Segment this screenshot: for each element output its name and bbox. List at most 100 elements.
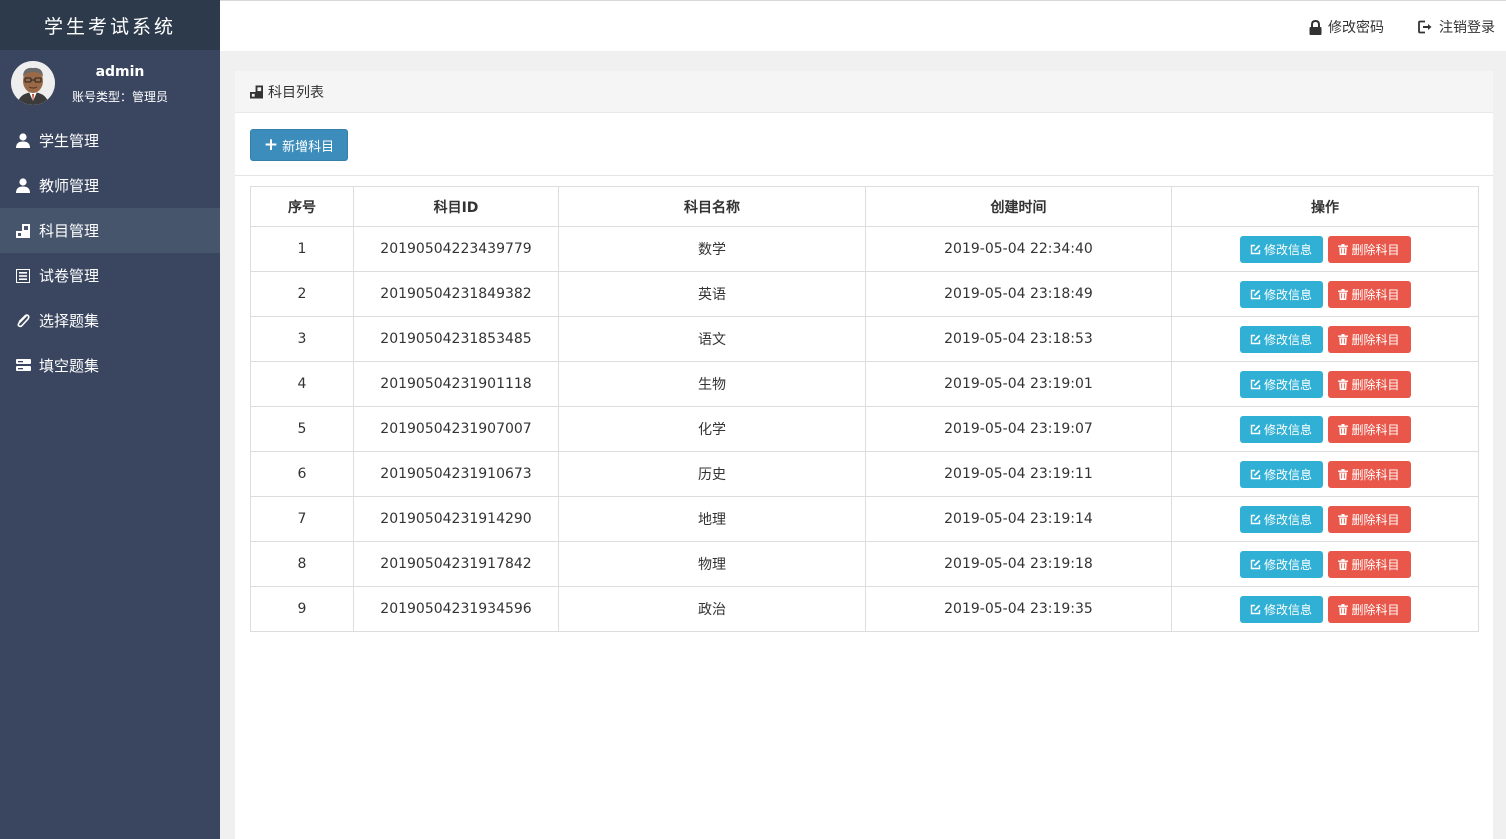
delete-label: 删除科目 (1351, 242, 1400, 257)
cell-actions: 修改信息 删除科目 (1171, 586, 1479, 632)
top-bar: 修改密码 注销登录 (220, 0, 1506, 51)
cell-created-time: 2019-05-04 23:18:49 (865, 271, 1172, 317)
cell-actions: 修改信息 删除科目 (1171, 541, 1479, 587)
sidebar-item-label: 科目管理 (39, 222, 100, 240)
column-header-created: 创建时间 (865, 186, 1172, 227)
edit-subject-button[interactable]: 修改信息 (1239, 370, 1323, 398)
cell-index: 3 (250, 316, 354, 362)
edit-label: 修改信息 (1263, 467, 1312, 482)
cell-actions: 修改信息 删除科目 (1171, 361, 1479, 407)
table-row: 9 20190504231934596 政治 2019-05-04 23:19:35 修… (250, 586, 1479, 632)
column-header-actions: 操作 (1171, 186, 1479, 227)
row-actions: 修改信息 删除科目 (1172, 370, 1478, 398)
row-actions: 修改信息 删除科目 (1172, 460, 1478, 488)
change-password-link[interactable]: 修改密码 (1309, 17, 1384, 37)
cell-actions: 修改信息 删除科目 (1171, 316, 1479, 362)
cell-created-time: 2019-05-04 23:19:11 (865, 451, 1172, 497)
cell-index: 6 (250, 451, 354, 497)
add-subject-button[interactable]: + 新增科目 (250, 129, 348, 161)
edit-label: 修改信息 (1263, 602, 1312, 617)
sidebar-item-label: 试卷管理 (39, 267, 100, 285)
table-row: 4 20190504231901118 生物 2019-05-04 23:19:01 修… (250, 361, 1479, 407)
cell-actions: 修改信息 删除科目 (1171, 451, 1479, 497)
cell-index: 1 (250, 226, 354, 272)
delete-label: 删除科目 (1351, 512, 1400, 527)
delete-label: 删除科目 (1351, 602, 1400, 617)
sidebar-item-fill-questions[interactable]: 填空题集 (0, 343, 220, 388)
edit-subject-button[interactable]: 修改信息 (1239, 235, 1323, 263)
delete-label: 删除科目 (1351, 287, 1400, 302)
cell-subject-id: 20190504231853485 (353, 316, 559, 362)
sidebar-item-papers[interactable]: 试卷管理 (0, 253, 220, 298)
edit-subject-button[interactable]: 修改信息 (1239, 415, 1323, 443)
edit-subject-button[interactable]: 修改信息 (1239, 595, 1323, 623)
row-actions: 修改信息 删除科目 (1172, 505, 1478, 533)
column-header-id: 科目ID (353, 186, 559, 227)
edit-subject-button[interactable]: 修改信息 (1239, 325, 1323, 353)
edit-icon (1250, 289, 1261, 299)
edit-icon (1250, 334, 1261, 344)
user-icon (15, 133, 31, 149)
edit-icon (1250, 559, 1261, 569)
delete-subject-button[interactable]: 删除科目 (1327, 280, 1411, 308)
delete-subject-button[interactable]: 删除科目 (1327, 460, 1411, 488)
cell-index: 4 (250, 361, 354, 407)
user-icon (15, 178, 31, 194)
delete-subject-button[interactable]: 删除科目 (1327, 235, 1411, 263)
table-row: 7 20190504231914290 地理 2019-05-04 23:19:14 修… (250, 496, 1479, 542)
cell-created-time: 2019-05-04 22:34:40 (865, 226, 1172, 272)
paperclip-icon (15, 313, 31, 329)
delete-label: 删除科目 (1351, 557, 1400, 572)
delete-subject-button[interactable]: 删除科目 (1327, 505, 1411, 533)
cell-subject-name: 物理 (558, 541, 866, 587)
trash-icon (1338, 513, 1349, 525)
cell-created-time: 2019-05-04 23:19:01 (865, 361, 1172, 407)
user-panel: admin 账号类型：管理员 (0, 50, 220, 118)
edit-subject-button[interactable]: 修改信息 (1239, 505, 1323, 533)
sidebar: 学生考试系统 admin 账号类型：管理员 学生管理 教师管理 科目管理 试卷管… (0, 0, 220, 839)
subject-list-panel: 科目列表 + 新增科目 序号 科目ID 科目名称 创建时间 操作 1 201905… (235, 71, 1493, 839)
edit-label: 修改信息 (1263, 377, 1312, 392)
cell-index: 7 (250, 496, 354, 542)
table-row: 1 20190504223439779 数学 2019-05-04 22:34:40 修… (250, 226, 1479, 272)
edit-icon (1250, 244, 1261, 254)
cell-actions: 修改信息 删除科目 (1171, 271, 1479, 317)
cell-subject-id: 20190504223439779 (353, 226, 559, 272)
cell-subject-id: 20190504231914290 (353, 496, 559, 542)
delete-subject-button[interactable]: 删除科目 (1327, 325, 1411, 353)
trash-icon (1338, 288, 1349, 300)
cell-subject-name: 生物 (558, 361, 866, 407)
sidebar-item-subjects[interactable]: 科目管理 (0, 208, 220, 253)
user-name: admin (95, 64, 145, 80)
app-title: 学生考试系统 (0, 0, 220, 50)
table-row: 2 20190504231849382 英语 2019-05-04 23:18:49 修… (250, 271, 1479, 317)
logout-label: 注销登录 (1439, 20, 1495, 36)
sidebar-item-teachers[interactable]: 教师管理 (0, 163, 220, 208)
logout-link[interactable]: 注销登录 (1418, 17, 1495, 37)
delete-subject-button[interactable]: 删除科目 (1327, 595, 1411, 623)
panel-header: 科目列表 (235, 71, 1493, 113)
server-icon (15, 358, 31, 374)
trash-icon (1338, 423, 1349, 435)
cell-index: 9 (250, 586, 354, 632)
cell-subject-id: 20190504231910673 (353, 451, 559, 497)
delete-subject-button[interactable]: 删除科目 (1327, 370, 1411, 398)
edit-subject-button[interactable]: 修改信息 (1239, 280, 1323, 308)
row-actions: 修改信息 删除科目 (1172, 595, 1478, 623)
delete-subject-button[interactable]: 删除科目 (1327, 415, 1411, 443)
row-actions: 修改信息 删除科目 (1172, 415, 1478, 443)
edit-icon (1250, 604, 1261, 614)
edit-label: 修改信息 (1263, 287, 1312, 302)
sidebar-item-choice-questions[interactable]: 选择题集 (0, 298, 220, 343)
table-row: 5 20190504231907007 化学 2019-05-04 23:19:07 修… (250, 406, 1479, 452)
trash-icon (1338, 558, 1349, 570)
edit-icon (1250, 424, 1261, 434)
edit-subject-button[interactable]: 修改信息 (1239, 550, 1323, 578)
cell-subject-name: 地理 (558, 496, 866, 542)
delete-subject-button[interactable]: 删除科目 (1327, 550, 1411, 578)
trash-icon (1338, 243, 1349, 255)
edit-label: 修改信息 (1263, 242, 1312, 257)
edit-subject-button[interactable]: 修改信息 (1239, 460, 1323, 488)
sidebar-item-students[interactable]: 学生管理 (0, 118, 220, 163)
toolbar: + 新增科目 (235, 113, 1493, 176)
